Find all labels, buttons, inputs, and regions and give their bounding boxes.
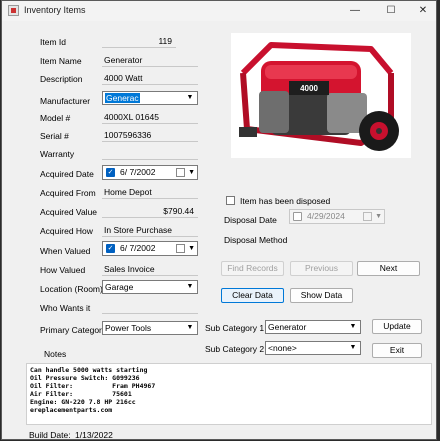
show-data-button[interactable]: Show Data [290, 288, 353, 303]
acquired-value-field[interactable]: $790.44 [102, 205, 198, 218]
acquired-from-label: Acquired From [40, 188, 96, 198]
primary-category-value: Power Tools [105, 323, 152, 333]
item-photo: 4000 [231, 33, 411, 158]
item-name-label: Item Name [40, 56, 82, 66]
disposed-checkbox[interactable] [226, 196, 235, 205]
disposal-date-value: 4/29/2024 [307, 211, 345, 221]
sub-category-2-combo[interactable]: <none> ▼ [265, 341, 361, 355]
primary-category-combo[interactable]: Power Tools ▼ [102, 321, 198, 335]
sub-category-1-label: Sub Category 1 [205, 323, 265, 333]
notes-line: Engine: GN-220 7.8 HP 216cc [30, 398, 136, 406]
manufacturer-label: Manufacturer [40, 96, 91, 106]
disposal-date-picker[interactable]: 4/29/2024 ▼ [289, 209, 385, 224]
how-valued-label: How Valued [40, 265, 86, 275]
sub-category-1-combo[interactable]: Generator ▼ [265, 320, 361, 334]
chevron-down-icon[interactable]: ▼ [348, 342, 358, 354]
notes-line: Oil Filter: Fram PH4967 [30, 382, 156, 390]
acquired-from-field[interactable]: Home Depot [102, 186, 198, 199]
calendar-icon[interactable] [176, 244, 185, 253]
sub-category-2-value: <none> [268, 343, 297, 353]
window-title: Inventory Items [24, 5, 86, 15]
chevron-down-icon[interactable]: ▼ [185, 281, 195, 293]
notes-line: Air Filter: 75601 [30, 390, 132, 398]
chevron-down-icon[interactable]: ▼ [348, 321, 358, 333]
build-date-label: Build Date: [29, 430, 71, 440]
notes-line: Oil Pressure Switch: G099236 [30, 374, 140, 382]
when-valued-picker[interactable]: ✓ 6/ 7/2002 ▼ [102, 241, 198, 256]
inventory-window: Inventory Items — ☐ ✕ Item Id Item Name … [1, 0, 437, 440]
close-button[interactable]: ✕ [408, 1, 438, 21]
notes-line: Can handle 5000 watts starting [30, 366, 148, 374]
acquired-how-field[interactable]: In Store Purchase [102, 224, 198, 237]
acquired-date-checkbox[interactable]: ✓ [106, 168, 115, 177]
notes-label: Notes [44, 349, 67, 359]
item-id-label: Item Id [40, 37, 66, 47]
update-button[interactable]: Update [372, 319, 422, 334]
location-value: Garage [105, 282, 134, 292]
location-combo[interactable]: Garage ▼ [102, 280, 198, 294]
who-wants-field[interactable] [102, 301, 198, 314]
acquired-date-picker[interactable]: ✓ 6/ 7/2002 ▼ [102, 165, 198, 180]
acquired-date-value: 6/ 7/2002 [120, 167, 156, 177]
primary-category-label: Primary Category [40, 325, 107, 335]
warranty-field[interactable] [102, 147, 198, 160]
acquired-date-label: Acquired Date [40, 169, 94, 179]
chevron-down-icon[interactable]: ▼ [185, 322, 195, 334]
description-label: Description [40, 74, 83, 84]
minimize-button[interactable]: — [340, 1, 370, 21]
sub-category-2-label: Sub Category 2 [205, 344, 265, 354]
title-bar: Inventory Items — ☐ ✕ [2, 1, 436, 21]
next-button[interactable]: Next [357, 261, 420, 276]
disposed-label: Item has been disposed [240, 196, 331, 206]
model-field[interactable]: 4000XL 01645 [102, 111, 198, 124]
disposal-method-label: Disposal Method [224, 235, 288, 245]
notes-textarea[interactable]: Can handle 5000 watts starting Oil Press… [26, 363, 432, 425]
build-date-value: 1/13/2022 [75, 430, 113, 440]
clear-data-button[interactable]: Clear Data [221, 288, 284, 303]
sub-category-1-value: Generator [268, 322, 307, 332]
item-id-field[interactable]: 119 [102, 35, 176, 48]
manufacturer-combo[interactable]: Generac ▼ [102, 91, 198, 105]
calendar-icon[interactable] [363, 212, 372, 221]
exit-button[interactable]: Exit [372, 343, 422, 358]
who-wants-label: Who Wants it [40, 303, 91, 313]
notes-line: ereplacementparts.com [30, 406, 113, 414]
how-valued-field[interactable]: Sales Invoice [102, 263, 198, 276]
when-valued-value: 6/ 7/2002 [120, 243, 156, 253]
generator-photo-icon: 4000 [239, 42, 399, 151]
warranty-label: Warranty [40, 149, 75, 159]
disposal-date-checkbox[interactable] [293, 212, 302, 221]
description-field[interactable]: 4000 Watt [102, 72, 198, 85]
find-records-button[interactable]: Find Records [221, 261, 284, 276]
chevron-down-icon[interactable]: ▼ [188, 242, 195, 255]
serial-label: Serial # [40, 131, 69, 141]
disposal-date-label: Disposal Date [224, 215, 277, 225]
photo-brand-text: 4000 [300, 84, 318, 93]
acquired-how-label: Acquired How [40, 226, 93, 236]
serial-field[interactable]: 1007596336 [102, 129, 198, 142]
chevron-down-icon[interactable]: ▼ [375, 210, 382, 223]
chevron-down-icon[interactable]: ▼ [185, 92, 195, 104]
when-valued-label: When Valued [40, 246, 91, 256]
item-name-field[interactable]: Generator [102, 54, 198, 67]
chevron-down-icon[interactable]: ▼ [188, 166, 195, 179]
when-valued-checkbox[interactable]: ✓ [106, 244, 115, 253]
manufacturer-value: Generac [105, 93, 140, 103]
maximize-button[interactable]: ☐ [376, 1, 406, 21]
calendar-icon[interactable] [176, 168, 185, 177]
app-icon [8, 5, 19, 16]
model-label: Model # [40, 113, 71, 123]
acquired-value-label: Acquired Value [40, 207, 98, 217]
previous-button[interactable]: Previous [290, 261, 353, 276]
location-label: Location (Room) [40, 284, 103, 294]
